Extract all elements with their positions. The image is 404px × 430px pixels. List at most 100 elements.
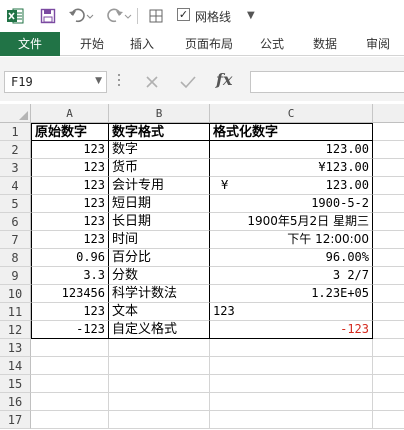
cell-C14[interactable] — [210, 357, 373, 375]
row-header[interactable]: 1 — [0, 123, 31, 141]
cell-B6[interactable]: 长日期 — [109, 213, 210, 231]
cell-A12[interactable]: -123 — [31, 321, 109, 339]
cell-A7[interactable]: 123 — [31, 231, 109, 249]
cell-B10[interactable]: 科学计数法 — [109, 285, 210, 303]
cell-D15[interactable] — [373, 375, 404, 393]
cell-D14[interactable] — [373, 357, 404, 375]
cell-D8[interactable] — [373, 249, 404, 267]
cell-C2[interactable]: 123.00 — [210, 141, 373, 159]
cell-C16[interactable] — [210, 393, 373, 411]
cell-C4[interactable]: ¥123.00 — [210, 177, 373, 195]
cell-B9[interactable]: 分数 — [109, 267, 210, 285]
cell-B16[interactable] — [109, 393, 210, 411]
cell-A13[interactable] — [31, 339, 109, 357]
cell-A4[interactable]: 123 — [31, 177, 109, 195]
chevron-down-icon[interactable]: ▼ — [95, 76, 102, 86]
row-header[interactable]: 6 — [0, 213, 31, 231]
cell-A15[interactable] — [31, 375, 109, 393]
cell-C17[interactable] — [210, 411, 373, 429]
cell-D13[interactable] — [373, 339, 404, 357]
cell-B14[interactable] — [109, 357, 210, 375]
cell-C8[interactable]: 96.00% — [210, 249, 373, 267]
row-header[interactable]: 4 — [0, 177, 31, 195]
cell-A6[interactable]: 123 — [31, 213, 109, 231]
tab-data[interactable]: 数据 — [306, 32, 344, 56]
cell-A17[interactable] — [31, 411, 109, 429]
cell-A9[interactable]: 3.3 — [31, 267, 109, 285]
cell-D12[interactable] — [373, 321, 404, 339]
row-header[interactable]: 16 — [0, 393, 31, 411]
row-header[interactable]: 3 — [0, 159, 31, 177]
cell-A14[interactable] — [31, 357, 109, 375]
row-header[interactable]: 11 — [0, 303, 31, 321]
row-header[interactable]: 9 — [0, 267, 31, 285]
cell-B13[interactable] — [109, 339, 210, 357]
cell-D10[interactable] — [373, 285, 404, 303]
cell-A1[interactable]: 原始数字 — [31, 123, 109, 141]
tab-file[interactable]: 文件 — [0, 32, 60, 56]
select-all-button[interactable] — [0, 104, 31, 123]
customize-toolbar-icon[interactable]: ▼ — [247, 10, 255, 21]
tab-review[interactable]: 审阅 — [359, 32, 397, 56]
row-header[interactable]: 8 — [0, 249, 31, 267]
cell-D16[interactable] — [373, 393, 404, 411]
border-icon[interactable] — [146, 6, 166, 26]
cell-B17[interactable] — [109, 411, 210, 429]
cell-D4[interactable] — [373, 177, 404, 195]
cell-A8[interactable]: 0.96 — [31, 249, 109, 267]
cell-D6[interactable] — [373, 213, 404, 231]
row-header[interactable]: 7 — [0, 231, 31, 249]
tab-home[interactable]: 开始 — [73, 32, 111, 56]
cell-C10[interactable]: 1.23E+05 — [210, 285, 373, 303]
column-header-c[interactable]: C — [210, 104, 373, 123]
cell-C15[interactable] — [210, 375, 373, 393]
cell-A3[interactable]: 123 — [31, 159, 109, 177]
cell-C9[interactable]: 3 2/7 — [210, 267, 373, 285]
tab-formulas[interactable]: 公式 — [253, 32, 291, 56]
cell-A16[interactable] — [31, 393, 109, 411]
cell-D7[interactable] — [373, 231, 404, 249]
row-header[interactable]: 15 — [0, 375, 31, 393]
enter-icon[interactable] — [176, 72, 200, 92]
name-box[interactable]: F19 ▼ — [4, 71, 107, 93]
cell-D11[interactable] — [373, 303, 404, 321]
cell-B15[interactable] — [109, 375, 210, 393]
cell-B2[interactable]: 数字 — [109, 141, 210, 159]
gridlines-checkbox[interactable]: ✓ — [177, 8, 190, 21]
cell-D17[interactable] — [373, 411, 404, 429]
cell-D9[interactable] — [373, 267, 404, 285]
cell-C7[interactable]: 下午 12:00:00 — [210, 231, 373, 249]
undo-icon[interactable] — [66, 6, 96, 26]
column-header-a[interactable]: A — [31, 104, 109, 123]
cell-D1[interactable] — [373, 123, 404, 141]
cell-B1[interactable]: 数字格式 — [109, 123, 210, 141]
insert-function-icon[interactable]: fx — [216, 70, 232, 89]
column-header-d[interactable] — [373, 104, 404, 123]
cell-B11[interactable]: 文本 — [109, 303, 210, 321]
formula-input[interactable] — [250, 71, 404, 93]
cell-B3[interactable]: 货币 — [109, 159, 210, 177]
cell-B8[interactable]: 百分比 — [109, 249, 210, 267]
column-header-b[interactable]: B — [109, 104, 210, 123]
resize-handle[interactable] — [118, 74, 121, 90]
cell-A2[interactable]: 123 — [31, 141, 109, 159]
cell-A11[interactable]: 123 — [31, 303, 109, 321]
cell-D5[interactable] — [373, 195, 404, 213]
cell-A10[interactable]: 123456 — [31, 285, 109, 303]
row-header[interactable]: 2 — [0, 141, 31, 159]
save-icon[interactable] — [38, 6, 58, 26]
cell-C5[interactable]: 1900-5-2 — [210, 195, 373, 213]
cell-C11[interactable]: 123 — [210, 303, 373, 321]
row-header[interactable]: 10 — [0, 285, 31, 303]
redo-icon[interactable] — [104, 6, 134, 26]
cell-A5[interactable]: 123 — [31, 195, 109, 213]
cell-C3[interactable]: ¥123.00 — [210, 159, 373, 177]
cell-D2[interactable] — [373, 141, 404, 159]
tab-insert[interactable]: 插入 — [123, 32, 161, 56]
cancel-icon[interactable] — [140, 72, 164, 92]
cell-B4[interactable]: 会计专用 — [109, 177, 210, 195]
tab-page-layout[interactable]: 页面布局 — [176, 32, 242, 56]
cell-D3[interactable] — [373, 159, 404, 177]
cell-B12[interactable]: 自定义格式 — [109, 321, 210, 339]
row-header[interactable]: 5 — [0, 195, 31, 213]
